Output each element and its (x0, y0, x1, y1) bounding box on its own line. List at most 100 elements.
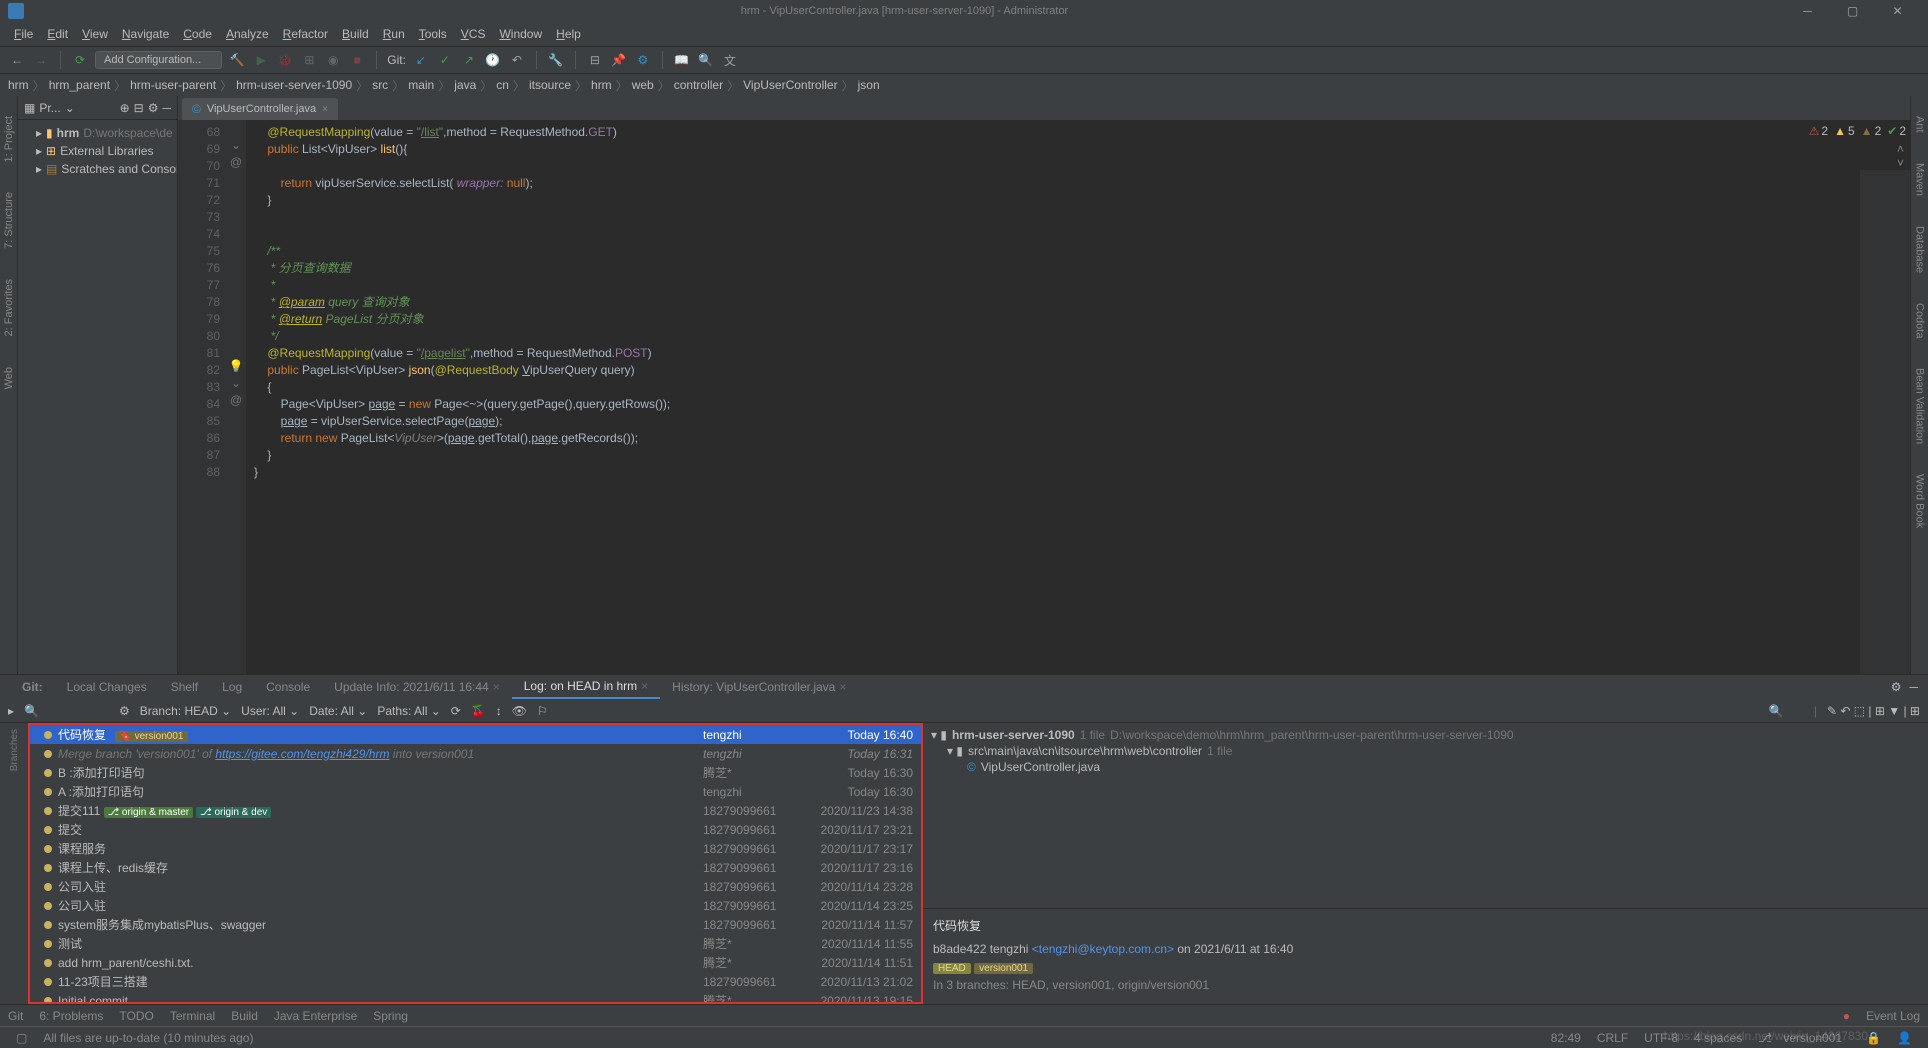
cherry-pick-icon[interactable]: 🍒 (471, 704, 486, 718)
commit-row[interactable]: 课程上传、redis缓存 182790996612020/11/17 23:16 (30, 858, 921, 877)
crumb-12[interactable]: VipUserController (743, 78, 837, 92)
left-tab[interactable]: 7: Structure (3, 192, 15, 249)
vcs-filter-gear[interactable]: ⚙ (119, 704, 130, 718)
coverage-icon[interactable]: ⊞ (300, 51, 318, 69)
left-tab[interactable]: 2: Favorites (3, 279, 15, 336)
commit-row[interactable]: 公司入驻 182790996612020/11/14 23:25 (30, 896, 921, 915)
vcs-tab[interactable]: Git: (10, 676, 55, 698)
vcs-tab[interactable]: Log: on HEAD in hrm× (512, 675, 660, 699)
bottom-tab[interactable]: Terminal (170, 1009, 215, 1023)
menu-window[interactable]: Window (493, 25, 548, 43)
commit-list[interactable]: 代码恢复 🔖 version001tengzhiToday 16:40Merge… (28, 723, 923, 1004)
crumb-7[interactable]: cn (496, 78, 509, 92)
minimize-button[interactable]: ─ (1785, 0, 1830, 22)
profiler-icon[interactable]: ◉ (324, 51, 342, 69)
commit-row[interactable]: 课程服务 182790996612020/11/17 23:17 (30, 839, 921, 858)
crumb-11[interactable]: controller (674, 78, 723, 92)
chevron-up-icon[interactable]: ˄ (1897, 142, 1910, 156)
vcs-push-icon[interactable]: ↗ (460, 51, 478, 69)
caret-position[interactable]: 82:49 (1551, 1031, 1581, 1045)
commit-row[interactable]: 提交 182790996612020/11/17 23:21 (30, 820, 921, 839)
user-filter[interactable]: User: All ⌄ (241, 704, 299, 718)
paths-filter[interactable]: Paths: All ⌄ (377, 704, 440, 718)
code-area[interactable]: @RequestMapping(value = "/list",method =… (246, 120, 1850, 674)
commit-row[interactable]: 提交111 ⎇ origin & master⎇ origin & dev182… (30, 801, 921, 820)
run-config-icon[interactable]: ⟳ (71, 51, 89, 69)
translate-icon[interactable]: 文 (721, 51, 739, 69)
codota-icon[interactable]: ⚙ (634, 51, 652, 69)
crumb-4[interactable]: src (372, 78, 388, 92)
crumb-6[interactable]: java (454, 78, 476, 92)
flag-icon[interactable]: ⚐ (537, 704, 548, 718)
menu-build[interactable]: Build (336, 25, 375, 43)
menu-code[interactable]: Code (177, 25, 218, 43)
branch-filter[interactable]: Branch: HEAD ⌄ (140, 704, 231, 718)
vcs-tab[interactable]: Console (254, 676, 322, 698)
crumb-2[interactable]: hrm-user-parent (130, 78, 216, 92)
debug-icon[interactable]: 🐞 (276, 51, 294, 69)
vcs-commit-icon[interactable]: ✓ (436, 51, 454, 69)
bottom-tab[interactable]: TODO (119, 1009, 153, 1023)
commit-row[interactable]: Initial commit 腾芝*2020/11/13 19:15 (30, 991, 921, 1004)
run-config-combo[interactable]: Add Configuration... (95, 51, 222, 69)
commit-row[interactable]: 测试 腾芝*2020/11/14 11:55 (30, 934, 921, 953)
chevron-down-icon[interactable]: ˅ (1897, 156, 1910, 170)
expand-icon[interactable]: ▸ (8, 704, 14, 718)
bottom-tab[interactable]: Java Enterprise (274, 1009, 357, 1023)
left-tab[interactable]: 1: Project (3, 116, 15, 162)
right-tab[interactable]: Bean Validation (1914, 368, 1926, 444)
vcs-update-icon[interactable]: ↙ (412, 51, 430, 69)
bottom-tab[interactable]: 6: Problems (39, 1009, 103, 1023)
right-tab[interactable]: Word Book (1914, 474, 1926, 528)
pin-icon[interactable]: 📌 (610, 51, 628, 69)
project-header-label[interactable]: Pr... (39, 101, 60, 115)
menu-run[interactable]: Run (377, 25, 411, 43)
ide-settings-icon[interactable]: 🔧 (547, 51, 565, 69)
forward-icon[interactable]: → (32, 51, 50, 69)
intellisort-icon[interactable]: ↕ (496, 704, 502, 718)
commit-row[interactable]: Merge branch 'version001' of https://git… (30, 744, 921, 763)
commit-row[interactable]: system服务集成mybatisPlus、swagger 1827909966… (30, 915, 921, 934)
close-tab-icon[interactable]: × (322, 104, 328, 115)
commit-row[interactable]: 公司入驻 182790996612020/11/14 23:28 (30, 877, 921, 896)
search-icon[interactable]: 🔍 (24, 704, 39, 718)
crumb-9[interactable]: hrm (591, 78, 612, 92)
crumb-5[interactable]: main (408, 78, 434, 92)
vcs-hide-icon[interactable]: ─ (1909, 680, 1918, 694)
date-filter[interactable]: Date: All ⌄ (309, 704, 367, 718)
toggle-icon[interactable]: ⊟ (586, 51, 604, 69)
collapse-all-icon[interactable]: ⊟ (134, 101, 144, 115)
scroll-from-source-icon[interactable]: ⊕ (120, 101, 130, 115)
inspections-widget[interactable]: ⚠2▲5▲2✔2 (1805, 120, 1910, 142)
vcs-gear-icon[interactable]: ⚙ (1891, 680, 1902, 694)
hide-icon[interactable]: ─ (162, 101, 171, 115)
crumb-0[interactable]: hrm (8, 78, 29, 92)
memory-icon[interactable]: 👤 (1897, 1031, 1912, 1045)
back-icon[interactable]: ← (8, 51, 26, 69)
vcs-history-icon[interactable]: 🕐 (484, 51, 502, 69)
menu-file[interactable]: File (8, 25, 39, 43)
vcs-tab[interactable]: Update Info: 2021/6/11 16:44× (322, 676, 512, 698)
eye-icon[interactable]: 👁 (512, 704, 527, 718)
details-toolbar-icons[interactable]: ✎ ↶ ⬚ | ⊞ ▼ | ⊞ (1827, 704, 1920, 718)
branches-label[interactable]: Branches (9, 729, 20, 771)
bottom-tab[interactable]: Git (8, 1009, 23, 1023)
right-tab[interactable]: Ant (1914, 116, 1926, 133)
crumb-3[interactable]: hrm-user-server-1090 (236, 78, 352, 92)
menu-navigate[interactable]: Navigate (116, 25, 175, 43)
build-icon[interactable]: 🔨 (228, 51, 246, 69)
commit-row[interactable]: A :添加打印语句 tengzhiToday 16:30 (30, 782, 921, 801)
menu-tools[interactable]: Tools (413, 25, 453, 43)
menu-refactor[interactable]: Refactor (277, 25, 334, 43)
vcs-rollback-icon[interactable]: ↶ (508, 51, 526, 69)
event-log-button[interactable]: Event Log (1866, 1009, 1920, 1023)
project-root[interactable]: ▸ ▮ hrm D:\workspace\de (22, 124, 173, 142)
line-separator[interactable]: CRLF (1597, 1031, 1628, 1045)
right-tab[interactable]: Codota (1914, 303, 1926, 338)
close-button[interactable]: ✕ (1875, 0, 1920, 22)
commit-row[interactable]: 11-23项目三搭建 182790996612020/11/13 21:02 (30, 972, 921, 991)
commit-row[interactable]: B :添加打印语句 腾芝*Today 16:30 (30, 763, 921, 782)
run-icon[interactable]: ▶ (252, 51, 270, 69)
external-libraries[interactable]: ▸ ⊞ External Libraries (22, 142, 173, 160)
menu-vcs[interactable]: VCS (455, 25, 492, 43)
